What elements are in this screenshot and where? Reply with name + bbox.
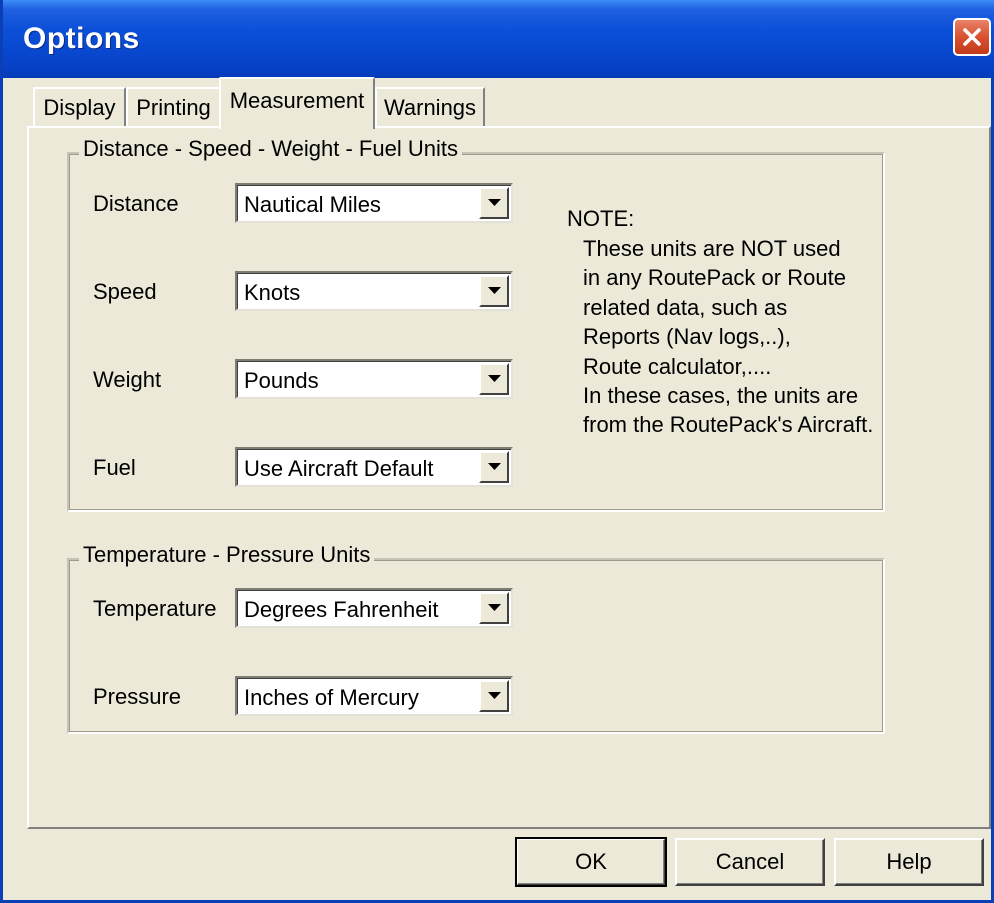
pressure-label: Pressure <box>93 684 182 709</box>
tab-printing[interactable]: Printing <box>126 87 221 127</box>
tab-measurement[interactable]: Measurement <box>219 77 375 129</box>
temp-group-title: Temperature - Pressure Units <box>79 542 375 568</box>
note-line: in any RoutePack or Route <box>583 265 846 290</box>
note-line: from the RoutePack's Aircraft. <box>583 412 874 437</box>
note-line: Reports (Nav logs,..), <box>583 324 791 349</box>
measurement-panel: Distance - Speed - Weight - Fuel Units D… <box>27 126 991 829</box>
close-icon <box>963 28 981 46</box>
note-line: In these cases, the units are <box>583 383 859 408</box>
weight-dropdown-button[interactable] <box>479 363 509 395</box>
title-bar[interactable]: Options <box>3 0 994 78</box>
window-title: Options <box>23 22 140 55</box>
chevron-down-icon <box>488 463 501 470</box>
temperature-value: Degrees Fahrenheit <box>244 597 439 622</box>
pressure-dropdown-button[interactable] <box>479 680 509 712</box>
cancel-button[interactable]: Cancel <box>675 838 825 886</box>
chevron-down-icon <box>488 287 501 294</box>
tab-warnings[interactable]: Warnings <box>375 87 485 127</box>
units-group-title: Distance - Speed - Weight - Fuel Units <box>79 136 462 162</box>
weight-label: Weight <box>93 367 162 392</box>
note-line: These units are NOT used <box>583 236 841 261</box>
pressure-value: Inches of Mercury <box>244 685 419 710</box>
distance-value: Nautical Miles <box>244 192 381 217</box>
distance-label: Distance <box>93 191 179 216</box>
ok-button[interactable]: OK <box>515 837 667 887</box>
distance-select[interactable]: Nautical Miles <box>235 183 513 223</box>
fuel-label: Fuel <box>93 455 136 480</box>
note-line: Route calculator,.... <box>583 354 772 379</box>
weight-select[interactable]: Pounds <box>235 359 513 399</box>
chevron-down-icon <box>488 199 501 206</box>
temperature-label: Temperature <box>93 596 217 621</box>
chevron-down-icon <box>488 604 501 611</box>
distance-dropdown-button[interactable] <box>479 187 509 219</box>
close-button[interactable] <box>953 18 991 56</box>
tab-display[interactable]: Display <box>33 87 126 127</box>
fuel-value: Use Aircraft Default <box>244 456 434 481</box>
fuel-select[interactable]: Use Aircraft Default <box>235 447 513 487</box>
temperature-dropdown-button[interactable] <box>479 592 509 624</box>
note-line: related data, such as <box>583 295 788 320</box>
temperature-select[interactable]: Degrees Fahrenheit <box>235 588 513 628</box>
fuel-dropdown-button[interactable] <box>479 451 509 483</box>
help-button[interactable]: Help <box>834 838 984 886</box>
pressure-select[interactable]: Inches of Mercury <box>235 676 513 716</box>
speed-label: Speed <box>93 279 157 304</box>
weight-value: Pounds <box>244 368 319 393</box>
chevron-down-icon <box>488 692 501 699</box>
options-dialog: Options Display Printing Measurement War… <box>0 0 994 903</box>
note-heading: NOTE: <box>567 206 635 231</box>
chevron-down-icon <box>488 375 501 382</box>
speed-dropdown-button[interactable] <box>479 275 509 307</box>
speed-select[interactable]: Knots <box>235 271 513 311</box>
speed-value: Knots <box>244 280 301 305</box>
